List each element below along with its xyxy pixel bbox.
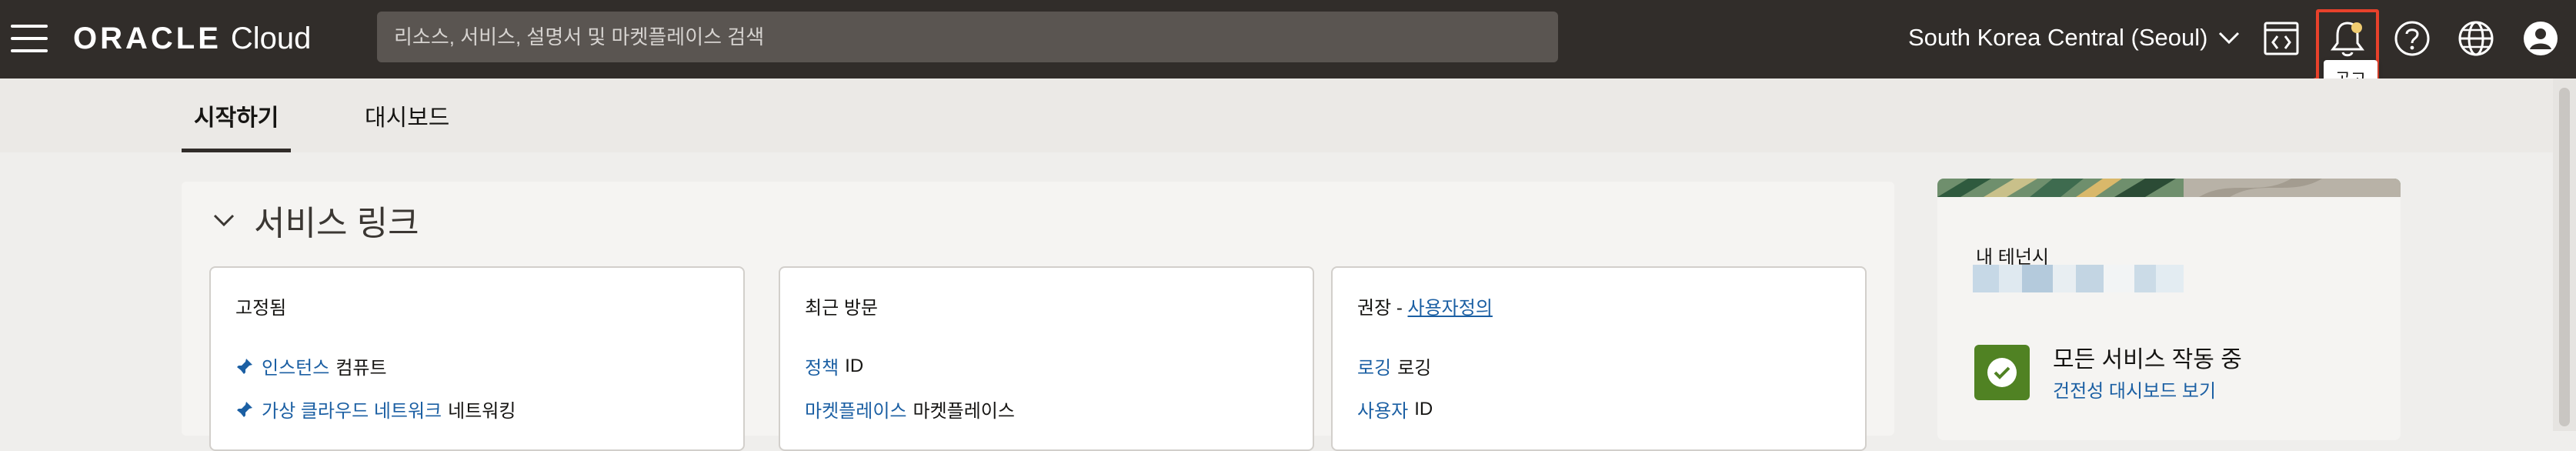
- link-category: ID: [1414, 398, 1433, 419]
- chevron-down-icon: [213, 214, 235, 227]
- tenancy-name-redacted: [1973, 265, 2184, 292]
- link-category: 컴퓨트: [335, 358, 387, 379]
- card-title-prefix: 권장 -: [1357, 298, 1408, 319]
- service-links-toggle[interactable]: 서비스 링크: [212, 195, 419, 245]
- region-label: South Korea Central (Seoul): [1908, 24, 2208, 51]
- health-dashboard-link[interactable]: 건전성 대시보드 보기: [2053, 376, 2216, 403]
- search-input[interactable]: [392, 24, 1543, 50]
- list-item: 로깅 로깅: [1357, 352, 1431, 379]
- recent-link-policies[interactable]: 정책: [805, 352, 839, 379]
- recommended-card: 권장 - 사용자정의 로깅 로깅 사용자 ID: [1331, 266, 1867, 451]
- pinned-link-vcn[interactable]: 가상 클라우드 네트워크: [262, 396, 442, 423]
- tab-dashboard[interactable]: 대시보드: [365, 79, 449, 152]
- list-item: 사용자 ID: [1357, 396, 1433, 423]
- list-item: 가상 클라우드 네트워크 네트워킹: [235, 396, 516, 423]
- link-category: 네트워킹: [448, 401, 516, 422]
- logo-product: Cloud: [230, 21, 312, 55]
- section-title: 서비스 링크: [254, 205, 419, 242]
- menu-icon[interactable]: [11, 20, 48, 57]
- user-profile-icon[interactable]: [2519, 17, 2562, 60]
- card-title: 고정됨: [235, 298, 287, 319]
- logo-word: ORACLE: [73, 21, 222, 55]
- top-navigation-bar: ORACLE Cloud South Korea Central (Seoul): [0, 0, 2576, 79]
- pin-icon[interactable]: [235, 400, 254, 419]
- pinned-card: 고정됨 인스턴스 컴퓨트 가상 클라우드 네트워크 네트워킹: [209, 266, 745, 451]
- code-editor-icon[interactable]: [2260, 17, 2303, 60]
- list-item: 인스턴스 컴퓨트: [235, 352, 387, 379]
- help-icon[interactable]: [2391, 17, 2434, 60]
- customize-link[interactable]: 사용자정의: [1408, 298, 1493, 319]
- page-scrollbar[interactable]: [2553, 79, 2576, 431]
- globe-icon[interactable]: [2454, 17, 2498, 60]
- region-selector[interactable]: South Korea Central (Seoul): [1908, 20, 2240, 55]
- recommended-link-logging[interactable]: 로깅: [1357, 352, 1391, 379]
- pinned-link-instances[interactable]: 인스턴스: [262, 352, 329, 379]
- card-title: 최근 방문: [805, 298, 878, 319]
- oracle-cloud-logo[interactable]: ORACLE Cloud: [73, 17, 311, 60]
- link-category: 마켓플레이스: [913, 401, 1015, 422]
- scrollbar-thumb[interactable]: [2559, 88, 2570, 426]
- tenancy-panel: 내 테넌시 모든 서비스 작동 중 건전성 대시보드 보기: [1937, 179, 2401, 440]
- tab-get-started[interactable]: 시작하기: [181, 79, 292, 152]
- link-category: 로깅: [1397, 358, 1432, 379]
- card-title: 권장 - 사용자정의: [1357, 292, 1493, 319]
- status-check-icon: [1974, 345, 2030, 400]
- recent-link-marketplace[interactable]: 마켓플레이스: [805, 396, 906, 423]
- decorative-banner: [1937, 179, 2401, 197]
- pin-icon[interactable]: [235, 357, 254, 376]
- link-category: ID: [845, 355, 864, 376]
- recommended-link-users[interactable]: 사용자: [1357, 396, 1408, 423]
- search-bar[interactable]: [377, 12, 1558, 62]
- page-tabs: 시작하기 대시보드: [0, 79, 2576, 152]
- service-status-title: 모든 서비스 작동 중: [2053, 347, 2242, 372]
- list-item: 정책 ID: [805, 352, 863, 379]
- recently-visited-card: 최근 방문 정책 ID 마켓플레이스 마켓플레이스: [779, 266, 1314, 451]
- service-links-panel: 서비스 링크 고정됨 인스턴스 컴퓨트 가상 클라우드 네트워크 네트워킹 최근…: [182, 182, 1894, 451]
- list-item: 마켓플레이스 마켓플레이스: [805, 396, 1015, 423]
- chevron-down-icon: [2219, 32, 2240, 45]
